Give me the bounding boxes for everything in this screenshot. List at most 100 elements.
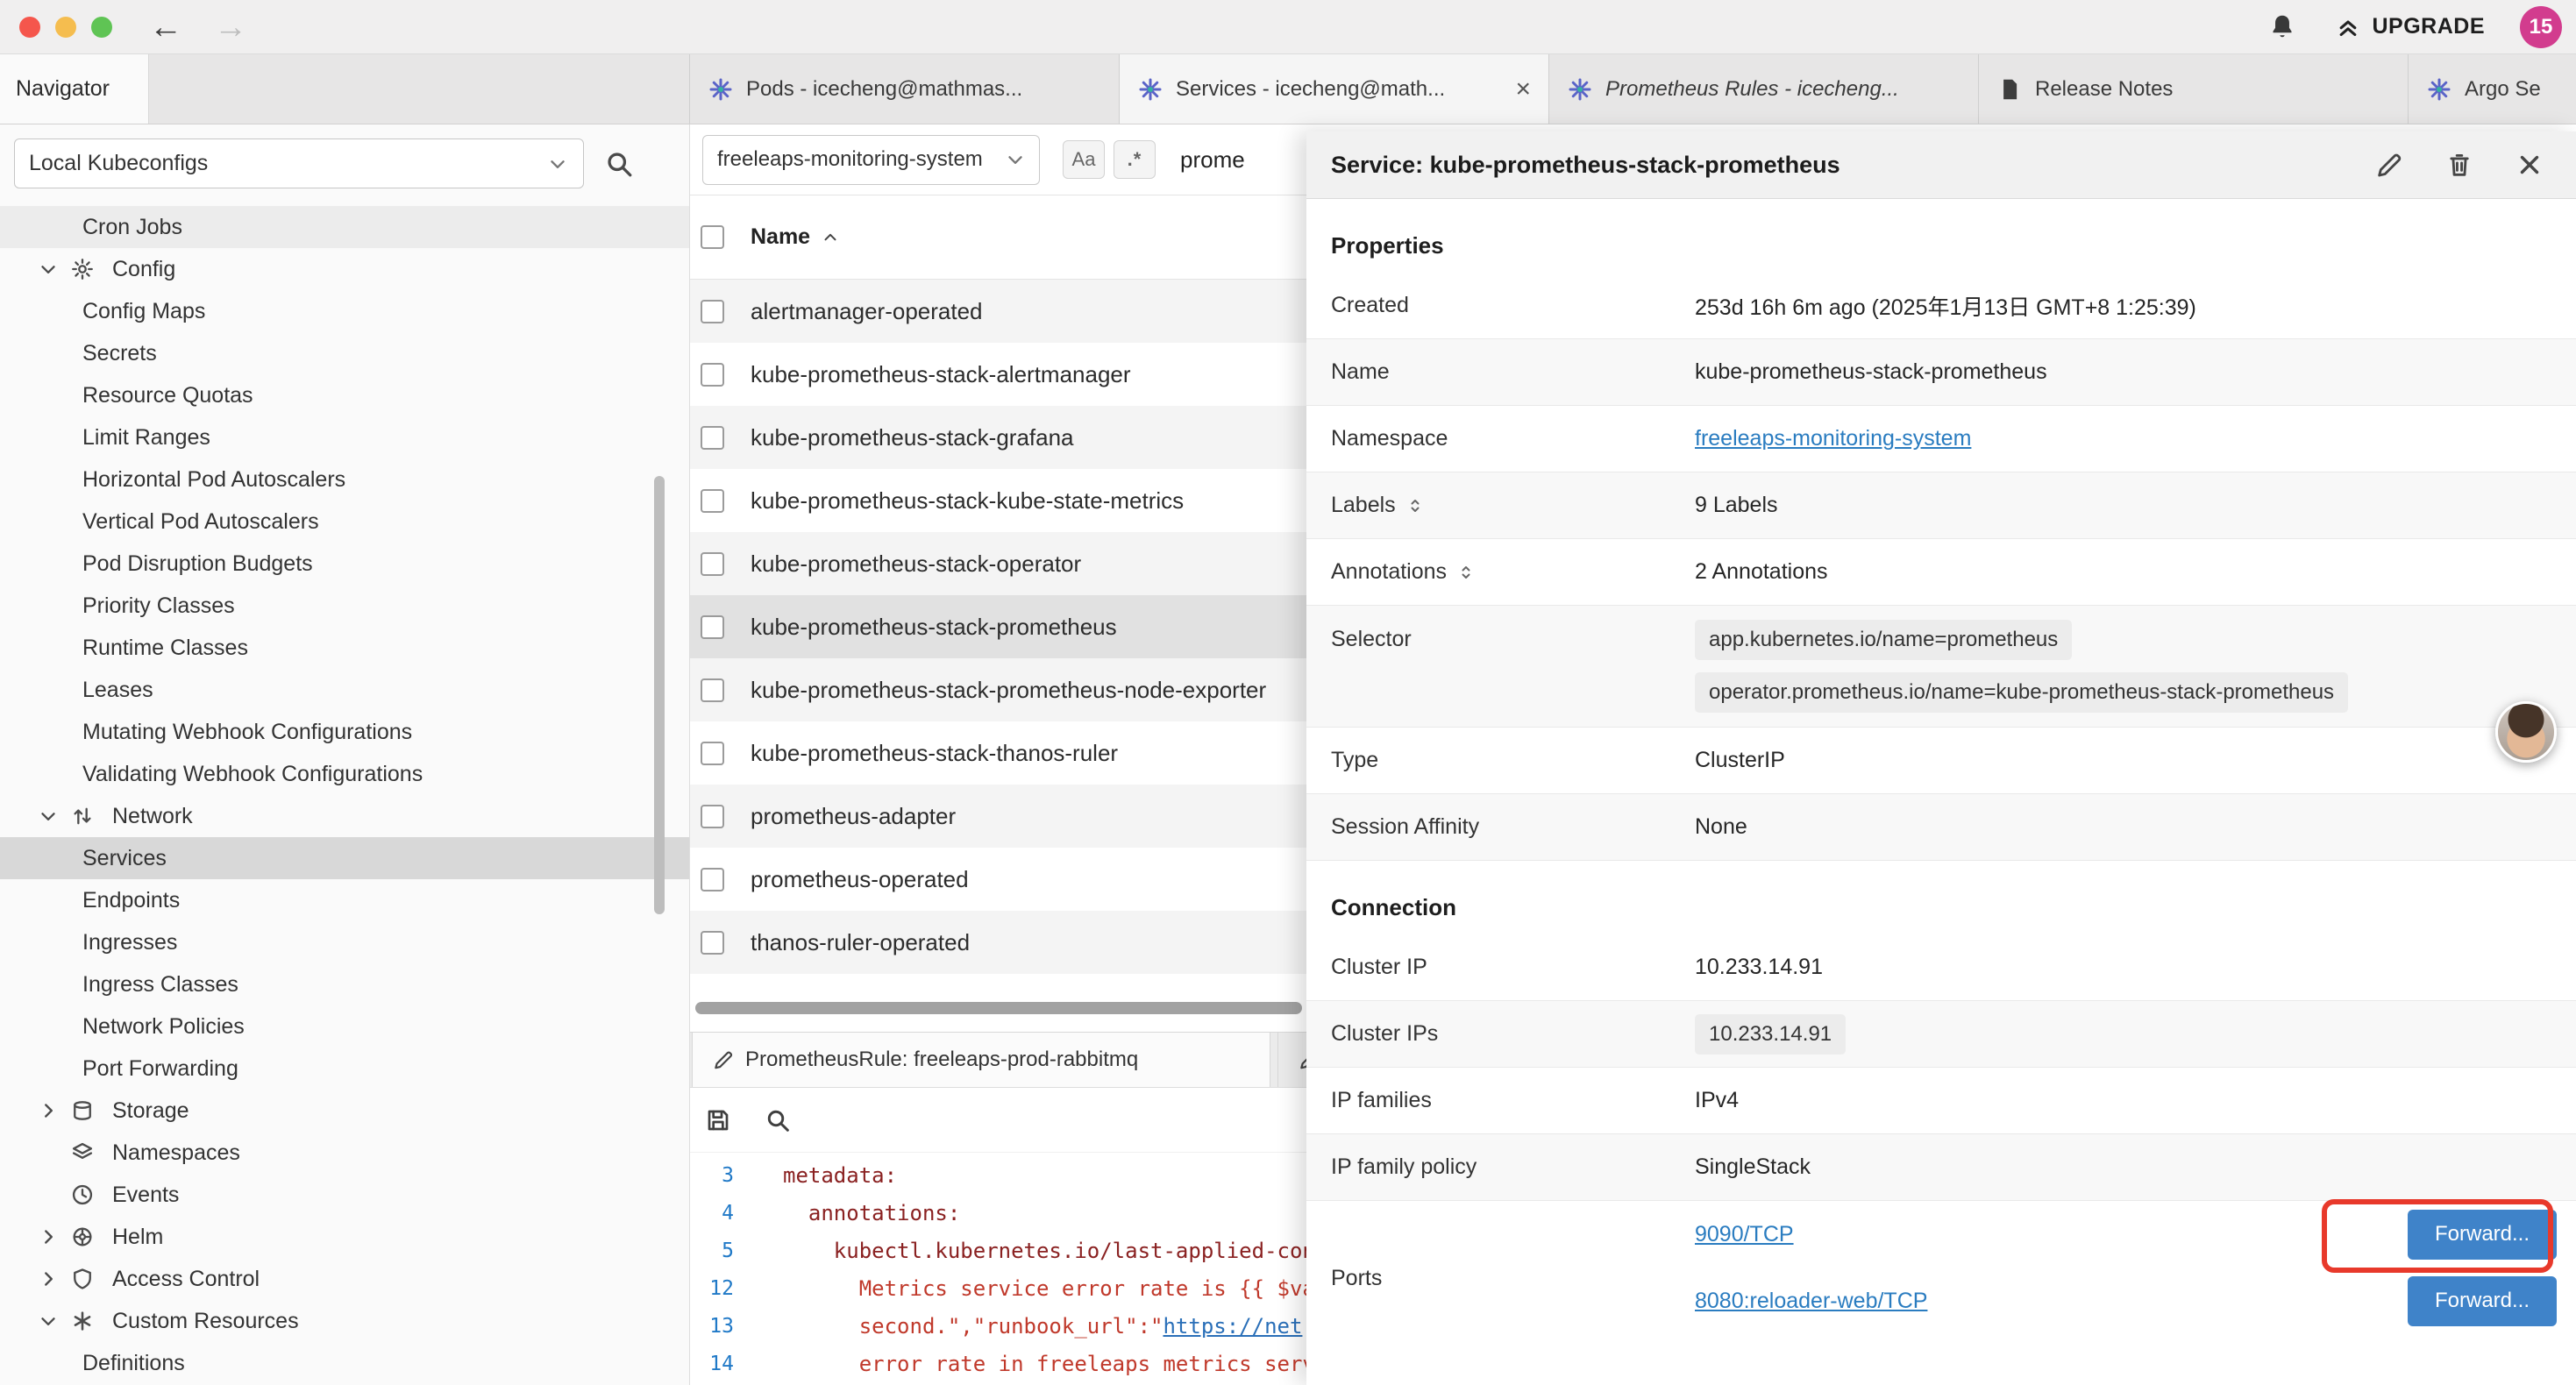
property-label: Name bbox=[1331, 359, 1695, 385]
property-label: Annotations bbox=[1331, 559, 1447, 585]
namespace-link[interactable]: freeleaps-monitoring-system bbox=[1695, 426, 1971, 451]
network-icon bbox=[70, 804, 95, 828]
sidebar-item-horizontal-pod-autoscalers[interactable]: Horizontal Pod Autoscalers bbox=[0, 458, 689, 501]
chevron-down-icon[interactable] bbox=[37, 1310, 60, 1332]
sidebar-item-priority-classes[interactable]: Priority Classes bbox=[0, 585, 689, 627]
back-arrow-icon[interactable]: ← bbox=[149, 11, 182, 44]
row-checkbox[interactable] bbox=[701, 615, 724, 639]
port-link[interactable]: 8080:reloader-web/TCP bbox=[1695, 1289, 1927, 1314]
selector-chip: app.kubernetes.io/name=prometheus bbox=[1695, 620, 2072, 660]
sidebar-item-custom-resources[interactable]: Custom Resources bbox=[0, 1300, 689, 1342]
row-checkbox[interactable] bbox=[701, 678, 724, 702]
row-checkbox[interactable] bbox=[701, 868, 724, 891]
sidebar-item-runtime-classes[interactable]: Runtime Classes bbox=[0, 627, 689, 669]
sidebar-item-endpoints[interactable]: Endpoints bbox=[0, 879, 689, 921]
sidebar-item-ingresses[interactable]: Ingresses bbox=[0, 921, 689, 963]
horizontal-scrollbar-thumb[interactable] bbox=[695, 1002, 1302, 1014]
sidebar-item-validating-webhook-configurations[interactable]: Validating Webhook Configurations bbox=[0, 753, 689, 795]
kubeconfig-selector[interactable]: Local Kubeconfigs bbox=[14, 138, 584, 188]
port-link[interactable]: 9090/TCP bbox=[1695, 1222, 1794, 1247]
port-forward-button[interactable]: Forward... bbox=[2408, 1210, 2557, 1260]
delete-service-icon[interactable] bbox=[2444, 150, 2474, 180]
sidebar-item-label: Access Control bbox=[112, 1267, 260, 1292]
notifications-bell-icon[interactable] bbox=[2266, 11, 2298, 43]
select-all-checkbox[interactable] bbox=[701, 225, 724, 249]
namespace-selector[interactable]: freeleaps-monitoring-system bbox=[702, 135, 1040, 185]
sidebar-item-vertical-pod-autoscalers[interactable]: Vertical Pod Autoscalers bbox=[0, 501, 689, 543]
notification-count-badge[interactable]: 15 bbox=[2520, 6, 2562, 48]
tab-prometheus-rules[interactable]: Prometheus Rules - icecheng... bbox=[1549, 54, 1979, 124]
sidebar-item-config-maps[interactable]: Config Maps bbox=[0, 290, 689, 332]
match-case-toggle[interactable]: Aa bbox=[1063, 140, 1105, 179]
row-checkbox[interactable] bbox=[701, 552, 724, 576]
sidebar-item-mutating-webhook-configurations[interactable]: Mutating Webhook Configurations bbox=[0, 711, 689, 753]
row-checkbox[interactable] bbox=[701, 805, 724, 828]
save-icon[interactable] bbox=[704, 1106, 732, 1134]
chevron-right-icon[interactable] bbox=[37, 1099, 60, 1122]
sidebar-item-network-policies[interactable]: Network Policies bbox=[0, 1005, 689, 1048]
close-drawer-icon[interactable] bbox=[2515, 150, 2544, 180]
sidebar-item-secrets[interactable]: Secrets bbox=[0, 332, 689, 374]
row-checkbox[interactable] bbox=[701, 931, 724, 955]
upgrade-icon bbox=[2333, 12, 2363, 42]
window-titlebar: ← → UPGRADE 15 bbox=[0, 0, 2576, 54]
sidebar-item-helm[interactable]: Helm bbox=[0, 1216, 689, 1258]
sidebar-item-label: Horizontal Pod Autoscalers bbox=[82, 467, 345, 493]
close-window-button[interactable] bbox=[19, 17, 40, 38]
upgrade-button[interactable]: UPGRADE bbox=[2333, 12, 2485, 42]
tab-close-icon[interactable]: × bbox=[1515, 75, 1531, 104]
row-checkbox[interactable] bbox=[701, 426, 724, 450]
dock-tab-prometheusrule[interactable]: PrometheusRule: freeleaps-prod-rabbitmq bbox=[692, 1033, 1270, 1087]
sidebar-item-resource-quotas[interactable]: Resource Quotas bbox=[0, 374, 689, 416]
minimize-window-button[interactable] bbox=[55, 17, 76, 38]
navigator-panel-header[interactable]: Navigator bbox=[0, 54, 149, 124]
sidebar-item-ingress-classes[interactable]: Ingress Classes bbox=[0, 963, 689, 1005]
sidebar-item-cron-jobs[interactable]: Cron Jobs bbox=[0, 206, 689, 248]
unfold-icon[interactable] bbox=[1405, 495, 1426, 516]
floating-avatar-bubble[interactable] bbox=[2495, 701, 2557, 763]
tab-label: Pods - icecheng@mathmas... bbox=[746, 77, 1101, 102]
sidebar-item-events[interactable]: Events bbox=[0, 1174, 689, 1216]
forward-arrow-icon[interactable]: → bbox=[214, 11, 247, 44]
sidebar-item-limit-ranges[interactable]: Limit Ranges bbox=[0, 416, 689, 458]
search-input[interactable]: prome bbox=[1180, 146, 1245, 174]
sidebar-item-port-forwarding[interactable]: Port Forwarding bbox=[0, 1048, 689, 1090]
sidebar-item-config[interactable]: Config bbox=[0, 248, 689, 290]
labels-count[interactable]: 9 Labels bbox=[1695, 493, 1778, 518]
helm-icon bbox=[70, 1225, 95, 1249]
zoom-window-button[interactable] bbox=[91, 17, 112, 38]
row-checkbox[interactable] bbox=[701, 300, 724, 323]
sidebar-item-definitions[interactable]: Definitions bbox=[0, 1342, 689, 1384]
search-icon[interactable] bbox=[603, 148, 635, 180]
row-checkbox[interactable] bbox=[701, 742, 724, 765]
sidebar-item-storage[interactable]: Storage bbox=[0, 1090, 689, 1132]
sidebar-item-namespaces[interactable]: Namespaces bbox=[0, 1132, 689, 1174]
name-column-header[interactable]: Name bbox=[751, 224, 810, 250]
sidebar-item-services[interactable]: Services bbox=[0, 837, 689, 879]
sidebar-item-network[interactable]: Network bbox=[0, 795, 689, 837]
tab-argo[interactable]: Argo Se bbox=[2409, 54, 2576, 124]
events-icon bbox=[70, 1183, 95, 1207]
tab-pods[interactable]: Pods - icecheng@mathmas... bbox=[690, 54, 1120, 124]
sidebar-item-leases[interactable]: Leases bbox=[0, 669, 689, 711]
chevron-down-icon[interactable] bbox=[37, 258, 60, 281]
tab-release-notes[interactable]: Release Notes bbox=[1979, 54, 2409, 124]
sidebar-item-pod-disruption-budgets[interactable]: Pod Disruption Budgets bbox=[0, 543, 689, 585]
sidebar-item-label: Ingress Classes bbox=[82, 972, 238, 998]
chevron-right-icon[interactable] bbox=[37, 1225, 60, 1248]
row-checkbox[interactable] bbox=[701, 489, 724, 513]
port-forward-button[interactable]: Forward... bbox=[2408, 1276, 2557, 1326]
edit-service-icon[interactable] bbox=[2374, 150, 2404, 180]
editor-search-icon[interactable] bbox=[764, 1106, 792, 1134]
annotations-count[interactable]: 2 Annotations bbox=[1695, 559, 1828, 585]
sidebar-item-label: Storage bbox=[112, 1098, 189, 1124]
unfold-icon[interactable] bbox=[1455, 562, 1477, 583]
regex-toggle[interactable]: .* bbox=[1114, 140, 1156, 179]
row-checkbox[interactable] bbox=[701, 363, 724, 387]
tab-services[interactable]: Services - icecheng@math... × bbox=[1120, 54, 1549, 124]
sidebar-item-access-control[interactable]: Access Control bbox=[0, 1258, 689, 1300]
tree-scrollbar[interactable] bbox=[654, 476, 665, 914]
chevron-down-icon bbox=[1004, 148, 1027, 171]
chevron-right-icon[interactable] bbox=[37, 1268, 60, 1290]
chevron-down-icon[interactable] bbox=[37, 805, 60, 827]
